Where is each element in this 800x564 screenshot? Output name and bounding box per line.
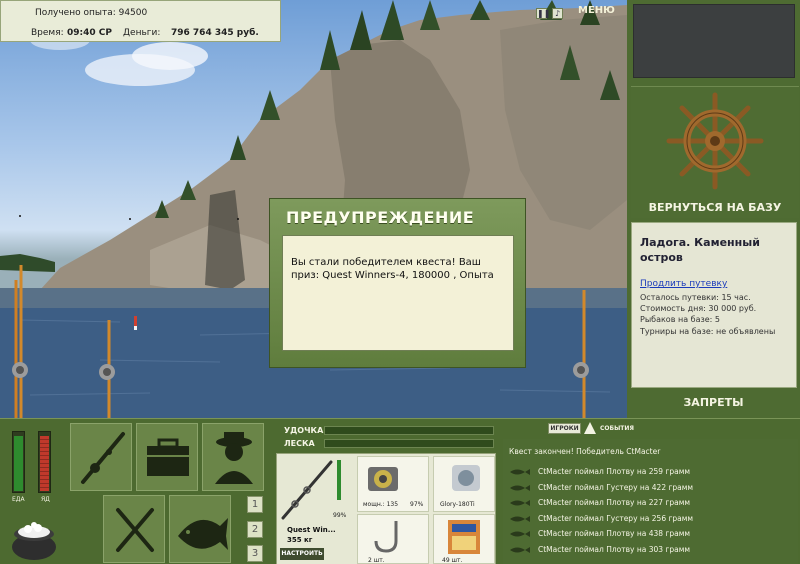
line-bar-label: ЛЕСКА: [284, 439, 315, 448]
event-row: CtMacter поймал Плотву на 438 грамм: [507, 527, 795, 540]
dialog-message: Вы стали победителем квеста! Ваш приз: Q…: [291, 257, 494, 281]
bans-button[interactable]: ЗАПРЕТЫ: [627, 396, 800, 409]
ship-wheel-area[interactable]: ВЕРНУТЬСЯ НА БАЗУ: [631, 86, 799, 218]
mini-map[interactable]: [633, 4, 795, 78]
bottom-panel: ЕДА ЯД 1 2 3 УДОЧКА ЛЕСКА 99% Quest Win.…: [0, 418, 800, 564]
money-label: Деньги:: [123, 28, 161, 38]
poison-label: ЯД: [41, 496, 50, 503]
base-info-panel: Ладога. Каменный остров Продлить путевку…: [631, 222, 797, 388]
action-fisherman-button[interactable]: [202, 423, 264, 491]
money-value: 796 764 345 руб.: [171, 28, 259, 38]
event-text: CtMacter поймал Густеру на 422 грамм: [538, 482, 694, 492]
event-text: CtMacter поймал Густеру на 256 грамм: [538, 513, 694, 523]
time-label: Время:: [31, 28, 64, 38]
line-tension-bar: [324, 439, 494, 448]
fish-icon: [510, 500, 530, 506]
quest-finished-text: Квест закончен! Победитель CtMacter: [509, 447, 661, 456]
event-row: CtMacter поймал Густеру на 256 грамм: [507, 512, 795, 525]
hook-slot[interactable]: 2 шт.: [357, 514, 429, 564]
event-text: CtMacter поймал Плотву на 438 грамм: [538, 529, 691, 538]
fish-icon: [510, 515, 530, 522]
fish-icon: [510, 469, 530, 475]
rod-name: Quest Win...: [287, 526, 336, 534]
top-toolbar: ❚❚ ♪ МЕНЮ: [530, 2, 627, 26]
game-window: Получено опыта: 94500 Время: 09:40 СР Де…: [0, 0, 800, 564]
event-text: CtMacter поймал Плотву на 303 грамм: [538, 544, 691, 554]
event-row: CtMacter поймал Густеру на 422 грамм: [507, 481, 795, 494]
gear-panel: 99% Quest Win... 355 кг НАСТРОИТЬ мощн.:…: [276, 453, 496, 564]
fisherman-icon: [215, 432, 253, 484]
pause-icon[interactable]: ❚❚: [536, 8, 550, 19]
food-meter: [12, 431, 25, 493]
reel-condition: 97%: [410, 501, 424, 508]
event-row: CtMacter поймал Плотву на 227 грамм: [507, 496, 795, 509]
return-to-base-button[interactable]: ВЕРНУТЬСЯ НА БАЗУ: [631, 201, 799, 214]
events-list: Квест закончен! Победитель CtMacter CtMa…: [503, 439, 798, 564]
dialog-message-box: Вы стали победителем квеста! Ваш приз: Q…: [282, 235, 514, 351]
fish-icon: [510, 531, 530, 537]
rod-weight: 355 кг: [287, 536, 313, 544]
menu-button[interactable]: МЕНЮ: [578, 5, 615, 16]
fishers-count: Рыбаков на базе: 5: [640, 315, 720, 324]
food-meter-fill: [14, 435, 23, 491]
needs-meters: ЕДА ЯД: [4, 427, 62, 561]
reel-slot[interactable]: мощн.: 135 97%: [357, 456, 429, 512]
poison-meter-fill: [40, 435, 49, 491]
gear-status-bars: УДОЧКА ЛЕСКА: [276, 421, 496, 449]
reel-power: мощн.: 135: [363, 501, 399, 508]
event-row: CtMacter поймал Плотву на 303 грамм: [507, 543, 795, 556]
poison-meter: [38, 431, 51, 493]
hook-icon: [374, 521, 398, 553]
reel-icon: [368, 467, 398, 491]
tab-events[interactable]: СОБЫТИЯ: [600, 425, 634, 432]
rod-condition: 99%: [333, 512, 347, 519]
page-button-1[interactable]: 1: [247, 496, 263, 513]
fishing-scene[interactable]: Получено опыта: 94500 Время: 09:40 СР Де…: [0, 0, 627, 418]
right-panel: ВЕРНУТЬСЯ НА БАЗУ Ладога. Каменный остро…: [627, 0, 800, 418]
tab-players[interactable]: ИГРОКИ: [548, 423, 581, 434]
tackle-box-icon: [147, 438, 189, 476]
fork-knife-icon: [116, 508, 154, 552]
action-box-button[interactable]: [136, 423, 198, 491]
rod-icon: [81, 432, 125, 484]
action-fish-button[interactable]: [169, 495, 231, 563]
sound-icon[interactable]: ♪: [552, 8, 563, 19]
warning-dialog[interactable]: ПРЕДУПРЕЖДЕНИЕ Вы стали победителем квес…: [269, 198, 526, 368]
rod-tension-bar: [324, 426, 494, 435]
pot-icon[interactable]: [8, 517, 60, 561]
bait-slot[interactable]: Glory-180Ti: [433, 456, 495, 512]
food-label: ЕДА: [12, 496, 25, 503]
day-cost: Стоимость дня: 30 000 руб.: [640, 304, 757, 313]
rod-slot[interactable]: 99% Quest Win... 355 кг: [279, 456, 353, 548]
event-row: CtMacter поймал Плотву на 259 грамм: [507, 465, 795, 478]
dialog-title: ПРЕДУПРЕЖДЕНИЕ: [286, 208, 475, 227]
bait-name: Glory-180Ti: [440, 501, 475, 508]
lure-count: 49 шт.: [442, 557, 463, 564]
events-tabs: ИГРОКИ СОБЫТИЯ: [548, 420, 648, 436]
lure-slot[interactable]: 49 шт.: [433, 514, 495, 564]
fish-icon: [510, 546, 530, 553]
page-button-2[interactable]: 2: [247, 521, 263, 538]
action-food-button[interactable]: [103, 495, 165, 563]
experience-text: Получено опыта: 94500: [35, 8, 148, 18]
base-title: Ладога. Каменный остров: [640, 236, 760, 264]
extend-license-link[interactable]: Продлить путевку: [640, 279, 727, 289]
setup-button[interactable]: НАСТРОИТЬ: [280, 548, 324, 560]
stats-panel: Получено опыта: 94500 Время: 09:40 СР Де…: [0, 0, 281, 42]
license-remaining: Осталось путевки: 15 час.: [640, 293, 751, 302]
tab-toggle-icon[interactable]: [583, 421, 597, 435]
line-spool-icon: [452, 465, 480, 491]
time-value: 09:40 СР: [67, 28, 112, 38]
rod-bar-label: УДОЧКА: [284, 426, 324, 435]
page-button-3[interactable]: 3: [247, 545, 263, 562]
fish-icon: [510, 484, 530, 491]
fish-icon: [178, 518, 228, 550]
ship-wheel-icon: [666, 92, 764, 190]
tournaments-info: Турниры на базе: не объявлены: [640, 327, 776, 336]
action-rod-button[interactable]: [70, 423, 132, 491]
hook-count: 2 шт.: [368, 557, 385, 564]
event-text: CtMacter поймал Плотву на 259 грамм: [538, 467, 691, 476]
event-text: CtMacter поймал Плотву на 227 грамм: [538, 498, 691, 507]
bait-pack-icon: [448, 520, 480, 554]
